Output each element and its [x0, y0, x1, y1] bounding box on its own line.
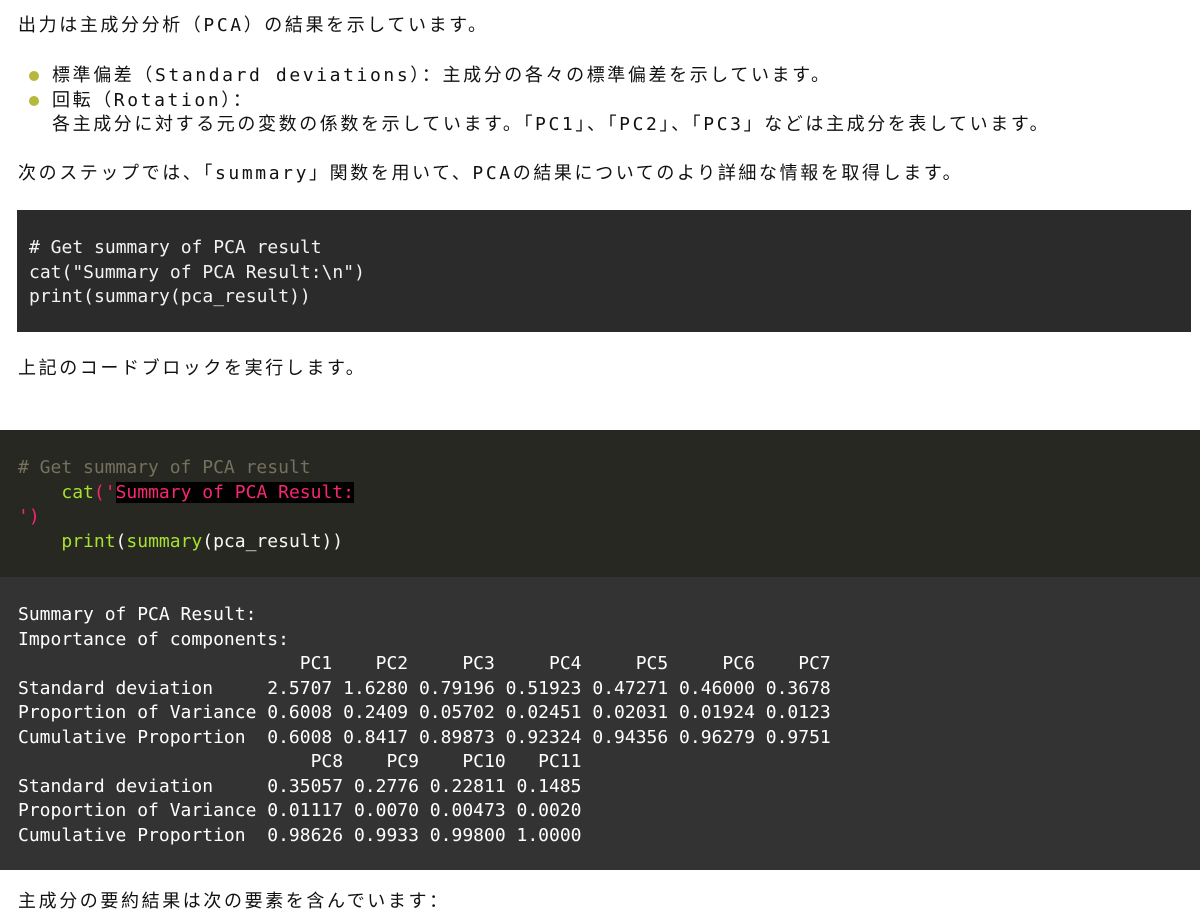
bullet-item-rotation: 回転（Rotation）： 各主成分に対する元の変数の係数を示しています。「PC… [0, 89, 1050, 138]
output-line: Proportion of Variance 0.6008 0.2409 0.0… [18, 702, 831, 723]
run-paragraph: 上記のコードブロックを実行します。 [18, 358, 367, 379]
output-line: PC1 PC2 PC3 PC4 PC5 PC6 PC7 [18, 653, 831, 674]
code-comment: # Get summary of PCA result [18, 457, 311, 478]
output-line: Cumulative Proportion 0.98626 0.9933 0.9… [18, 824, 582, 846]
output-line: Standard deviation 2.5707 1.6280 0.79196… [18, 677, 831, 699]
cat-open: (' [93, 481, 116, 503]
next-step-paragraph: 次のステップでは、「summary」関数を用いて、PCAの結果についてのより詳細… [18, 163, 964, 184]
output-line: Summary of PCA Result: [18, 604, 257, 625]
output-line: Importance of components: [18, 628, 289, 650]
bullet-list: 標準偏差（Standard deviations）：主成分の各々の標準偏差を示し… [0, 64, 1050, 138]
summary-function: summary [126, 530, 203, 552]
cat-close-paren: ) [28, 506, 40, 527]
bullet-text: 回転（Rotation）： [52, 89, 254, 111]
bullet-dot-icon [29, 95, 39, 106]
output-line: Standard deviation 0.35057 0.2776 0.2281… [18, 775, 582, 797]
code-line: print(summary(pca_result)) [29, 286, 311, 307]
code-line: # Get summary of PCA result [29, 237, 322, 258]
print-args: (pca_result)) [202, 530, 344, 552]
print-function: print [61, 530, 116, 552]
code-block[interactable]: # Get summary of PCA result cat("Summary… [17, 210, 1191, 332]
code-line: cat("Summary of PCA Result:\n") [29, 261, 365, 283]
bullet-dot-icon [29, 71, 39, 81]
cat-close-quote: ' [18, 506, 29, 527]
cat-string: Summary of PCA Result: [115, 481, 354, 503]
output-line: PC8 PC9 PC10 PC11 [18, 751, 582, 772]
footer-paragraph: 主成分の要約結果は次の要素を含んでいます： [18, 891, 450, 912]
code-cell-output: Summary of PCA Result: Importance of com… [0, 577, 1200, 870]
output-line: Cumulative Proportion 0.6008 0.8417 0.89… [18, 726, 831, 748]
bullet-subtext: 各主成分に対する元の変数の係数を示しています。「PC1」、「PC2」、「PC3」… [52, 114, 1051, 135]
print-open: ( [115, 530, 127, 552]
intro-paragraph: 出力は主成分分析（PCA）の結果を示しています。 [18, 15, 489, 36]
bullet-text: 標準偏差（Standard deviations）：主成分の各々の標準偏差を示し… [52, 65, 832, 86]
code-cell-input[interactable]: # Get summary of PCA result cat('Summary… [0, 430, 1200, 577]
output-line: Proportion of Variance 0.01117 0.0070 0.… [18, 800, 582, 821]
bullet-item-standard-deviations: 標準偏差（Standard deviations）：主成分の各々の標準偏差を示し… [0, 64, 1050, 89]
cat-function: cat [61, 481, 94, 503]
